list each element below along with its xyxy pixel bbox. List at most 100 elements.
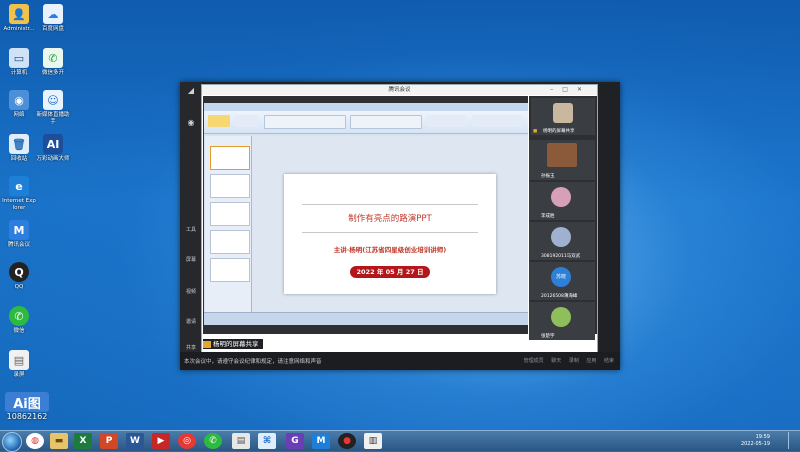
meeting-icon[interactable]: M [312, 433, 330, 449]
slide-thumbnail[interactable] [210, 258, 250, 282]
desktop-icon-live-assistant[interactable]: ☺ 新媒体直播助手 [36, 90, 70, 125]
document-icon[interactable]: ▥ [364, 433, 382, 449]
folder-icon[interactable]: ▬ [50, 433, 68, 449]
desktop-icon-file[interactable]: ▤ 录屏 [2, 350, 36, 379]
ppt-slide-thumbnails [205, 136, 252, 312]
participant-tile[interactable]: 苏晓 20126508薄海峰 [529, 262, 595, 300]
network-icon: ◉ [9, 90, 29, 110]
slide-divider [302, 204, 478, 205]
rail-label-video[interactable]: 视频 [180, 288, 202, 295]
ppt-ribbon [204, 111, 528, 134]
rail-label-share[interactable]: 共享 [180, 344, 202, 351]
rail-label-invite[interactable]: 邀请 [180, 318, 202, 325]
avatar: 苏晓 [551, 267, 571, 287]
ppt-title-bar [204, 103, 528, 111]
current-slide[interactable]: 制作有亮点的路演PPT 主讲·杨明(江苏省四星级创业培训讲师) 2022 年 0… [284, 174, 496, 294]
desktop-icon-wechat[interactable]: ✆ 微信 [2, 306, 36, 335]
animation-icon: AI [43, 134, 63, 154]
screen-record-icon[interactable]: ● [338, 433, 356, 449]
desktop-icon-qq[interactable]: Q QQ [2, 262, 36, 291]
ppt-editing-controls[interactable] [472, 115, 522, 127]
sharing-icon: ■ [533, 129, 538, 134]
ppt-status-bar [204, 312, 528, 325]
meeting-left-rail: ◢ ◉ 工具 屏幕 视频 邀请 共享 [180, 82, 202, 370]
avatar [551, 187, 571, 207]
clock-date: 2022-05-19 [740, 441, 770, 447]
participant-tile[interactable]: 李成胜 [529, 182, 595, 220]
recycle-bin-icon: 🗑 [9, 134, 29, 154]
ppt-slide-button[interactable] [234, 115, 258, 127]
desktop-icon-baidu-netdisk[interactable]: ☁ 百度网盘 [36, 4, 70, 33]
share-status-icon [203, 340, 211, 348]
wechat-multi-icon: ✆ [43, 48, 63, 68]
powerpoint-icon[interactable]: P [100, 433, 118, 449]
ppt-drawing-controls[interactable] [426, 115, 466, 127]
cloud-disk-icon: ☁ [43, 4, 63, 24]
ppt-font-controls[interactable] [264, 115, 346, 129]
meeting-controls[interactable]: 管理成员 聊天 录制 应用 结束 [524, 357, 614, 364]
chrome-icon[interactable]: ◍ [26, 433, 44, 449]
desktop-icon-administrator[interactable]: 👤 Administr... [2, 4, 36, 33]
network-icon[interactable]: ⌘ [258, 433, 276, 449]
word-icon[interactable]: W [126, 433, 144, 449]
participant-tile[interactable]: 张楚宇 [529, 302, 595, 340]
participant-tile[interactable]: 308192011马双武 [529, 222, 595, 260]
rail-label-tools[interactable]: 工具 [180, 226, 202, 233]
desktop-icon-wechat-multi[interactable]: ✆ 微信多开 [36, 48, 70, 77]
powerpoint-window: 制作有亮点的路演PPT 主讲·杨明(江苏省四星级创业培训讲师) 2022 年 0… [204, 103, 528, 325]
desktop-icon-recycle-bin[interactable]: 🗑 回收站 [2, 134, 36, 163]
eye-icon[interactable]: ◉ [184, 118, 198, 130]
slide-thumbnail[interactable] [210, 230, 250, 254]
slide-divider [302, 232, 478, 233]
live-assistant-icon: ☺ [43, 90, 63, 110]
slide-thumbnail[interactable] [210, 174, 250, 198]
ppt-paste-button[interactable] [208, 115, 230, 127]
slide-author: 主讲·杨明(江苏省四星级创业培训讲师) [333, 246, 447, 254]
clock-time: 19:59 [755, 434, 770, 440]
qq-icon: Q [9, 262, 29, 282]
wechat-icon: ✆ [9, 306, 29, 326]
show-desktop-button[interactable] [788, 432, 797, 449]
screen-share-area: 制作有亮点的路演PPT 主讲·杨明(江苏省四星级创业培训讲师) 2022 年 0… [203, 96, 528, 334]
desktop-icon-computer[interactable]: ▭ 计算机 [2, 48, 36, 77]
ai-tool-icon: Ai图 [5, 392, 49, 412]
file-icon[interactable]: ▤ [232, 433, 250, 449]
slide-title: 制作有亮点的路演PPT [348, 214, 432, 224]
meeting-notice: 本次会议中，请遵守会议纪律和规定，请注意网络和声音 [184, 359, 322, 365]
file-icon: ▤ [9, 350, 29, 370]
ie-icon: e [9, 176, 29, 196]
screen-share-label: 杨明的屏幕共享 [203, 339, 263, 349]
desktop-icon-network[interactable]: ◉ 网络 [2, 90, 36, 119]
avatar [553, 103, 573, 123]
meeting-window-title: 腾讯会议 –□✕ [202, 85, 597, 95]
user-folder-icon: 👤 [9, 4, 29, 24]
slide-thumbnail[interactable] [210, 202, 250, 226]
desktop-icon-animation[interactable]: AI 万彩动画大师 [36, 134, 70, 163]
excel-icon[interactable]: X [74, 433, 92, 449]
desktop-icon-ie[interactable]: e Internet Explorer [2, 176, 36, 211]
ppt-slide-editor: 制作有亮点的路演PPT 主讲·杨明(江苏省四星级创业培训讲师) 2022 年 0… [252, 136, 528, 312]
ppt-paragraph-controls[interactable] [350, 115, 422, 129]
window-controls[interactable]: –□✕ [550, 85, 591, 95]
avatar [547, 143, 577, 167]
system-tray-clock[interactable]: 19:59 2022-05-19 [741, 434, 770, 448]
avatar [551, 307, 571, 327]
participant-tile[interactable]: ■ 杨明的屏幕共享 [531, 98, 595, 135]
avatar [551, 227, 571, 247]
slide-date-badge: 2022 年 05 月 27 日 [350, 266, 430, 278]
computer-icon: ▭ [9, 48, 29, 68]
slide-thumbnail[interactable] [210, 146, 250, 170]
weibo-icon[interactable]: ◎ [178, 433, 196, 449]
rail-label-screen[interactable]: 屏幕 [180, 256, 202, 263]
participant-tile[interactable]: 孙振玉 [529, 140, 595, 180]
desktop-overlay-number: 10862162 [6, 412, 48, 421]
tencent-meeting-icon: M [9, 220, 29, 240]
meeting-bottom-bar: 本次会议中，请遵守会议纪律和规定，请注意网络和声音 管理成员 聊天 录制 应用 … [180, 352, 620, 370]
wechat-icon[interactable]: ✆ [204, 433, 222, 449]
meeting-logo-icon: ◢ [187, 86, 195, 95]
g-app-icon[interactable]: G [286, 433, 304, 449]
start-button[interactable] [2, 432, 22, 452]
desktop-icon-ai[interactable]: Ai图 10862162 [2, 392, 52, 421]
desktop-icon-tencent-meeting[interactable]: M 腾讯会议 [2, 220, 36, 249]
app-red-icon[interactable]: ▶ [152, 433, 170, 449]
